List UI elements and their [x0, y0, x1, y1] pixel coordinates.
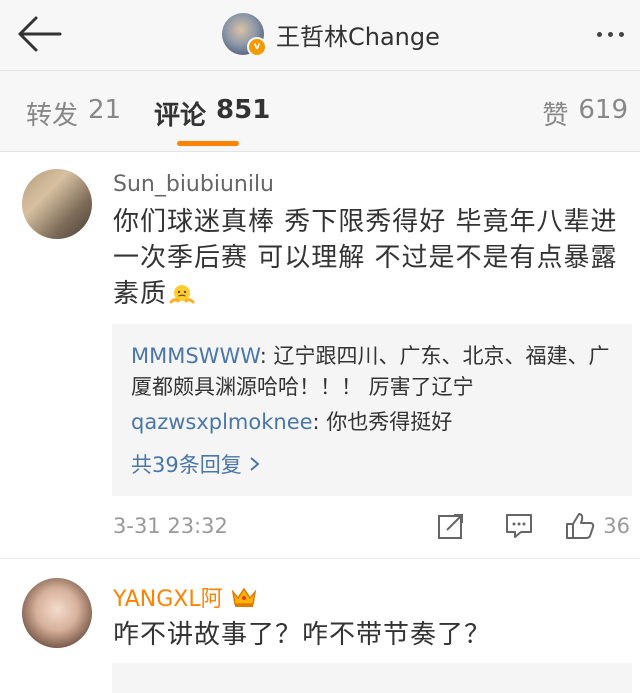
reply-text: : 你也秀得挺好 [312, 410, 453, 434]
comment-text: 你们球迷真棒 秀下限秀得好 毕竟年八辈进一次季后赛 可以理解 不过是不是有点暴露… [113, 204, 633, 312]
reply-button[interactable] [497, 506, 541, 546]
profile-title[interactable]: v 王哲林Change [222, 12, 440, 57]
comment-actions: 36 [405, 506, 630, 546]
comment-timestamp: 3-31 23:32 [113, 514, 228, 538]
username-label: YANGXL阿 [113, 587, 223, 612]
reply-username[interactable]: qazwsxplmoknee [131, 410, 313, 434]
tab-count: 851 [216, 95, 271, 125]
crown-icon [231, 587, 256, 607]
tab-repost[interactable]: 转发 21 [26, 95, 121, 132]
avatar[interactable]: v [222, 13, 267, 57]
comment-username[interactable]: YANGXL阿 [113, 581, 257, 613]
tab-count: 21 [88, 95, 122, 125]
top-bar: v 王哲林Change [0, 0, 640, 71]
avatar[interactable] [22, 578, 92, 648]
more-icon-dot [607, 31, 613, 37]
like-button[interactable]: 36 [565, 506, 630, 546]
comment-item: Sun_biubiunilu 你们球迷真棒 秀下限秀得好 毕竟年八辈进一次季后赛… [0, 152, 640, 559]
tab-count: 619 [578, 95, 628, 125]
more-icon [596, 31, 602, 37]
more-icon-dot [618, 31, 624, 37]
back-arrow-icon [18, 16, 62, 52]
tab-likes[interactable]: 赞 619 [542, 95, 628, 132]
repost-button[interactable] [429, 506, 473, 546]
comment-username[interactable]: Sun_biubiunilu [113, 172, 274, 197]
tab-label: 评论 [154, 101, 207, 131]
tab-label: 转发 [26, 101, 79, 131]
tab-comments[interactable]: 评论 851 [154, 95, 270, 132]
chevron-right-icon [250, 457, 260, 471]
back-button[interactable] [16, 14, 64, 54]
comment-icon [506, 514, 533, 538]
active-tab-indicator [177, 141, 239, 146]
tab-bar: 转发 21 评论 851 赞 619 [0, 71, 640, 152]
thumbs-up-icon [566, 513, 595, 539]
tab-label: 赞 [542, 101, 569, 131]
reply-preview-box[interactable] [112, 663, 632, 693]
like-count: 36 [603, 514, 630, 538]
repost-icon [438, 514, 464, 539]
reply-item: MMMSWWW: 辽宁跟四川、广东、北京、福建、广厦都颇具渊源哈哈！！！ 厉害了… [131, 341, 611, 403]
more-button[interactable] [588, 20, 632, 48]
comment-item: YANGXL阿 咋不讲故事了？咋不带节奏了？ [0, 559, 640, 693]
reply-item: qazwsxplmoknee: 你也秀得挺好 [131, 407, 611, 438]
verified-badge-icon: v [247, 37, 267, 57]
shrug-emoji-icon [169, 284, 195, 303]
view-all-replies-link[interactable]: 共39条回复 [131, 449, 262, 479]
reply-username[interactable]: MMMSWWW [131, 344, 260, 368]
view-more-label: 共39条回复 [131, 453, 242, 477]
reply-preview-box[interactable]: MMMSWWW: 辽宁跟四川、广东、北京、福建、广厦都颇具渊源哈哈！！！ 厉害了… [112, 324, 632, 496]
comment-text: 咋不讲故事了？咋不带节奏了？ [113, 620, 492, 650]
page-title: 王哲林Change [276, 22, 440, 51]
avatar[interactable] [22, 169, 92, 239]
